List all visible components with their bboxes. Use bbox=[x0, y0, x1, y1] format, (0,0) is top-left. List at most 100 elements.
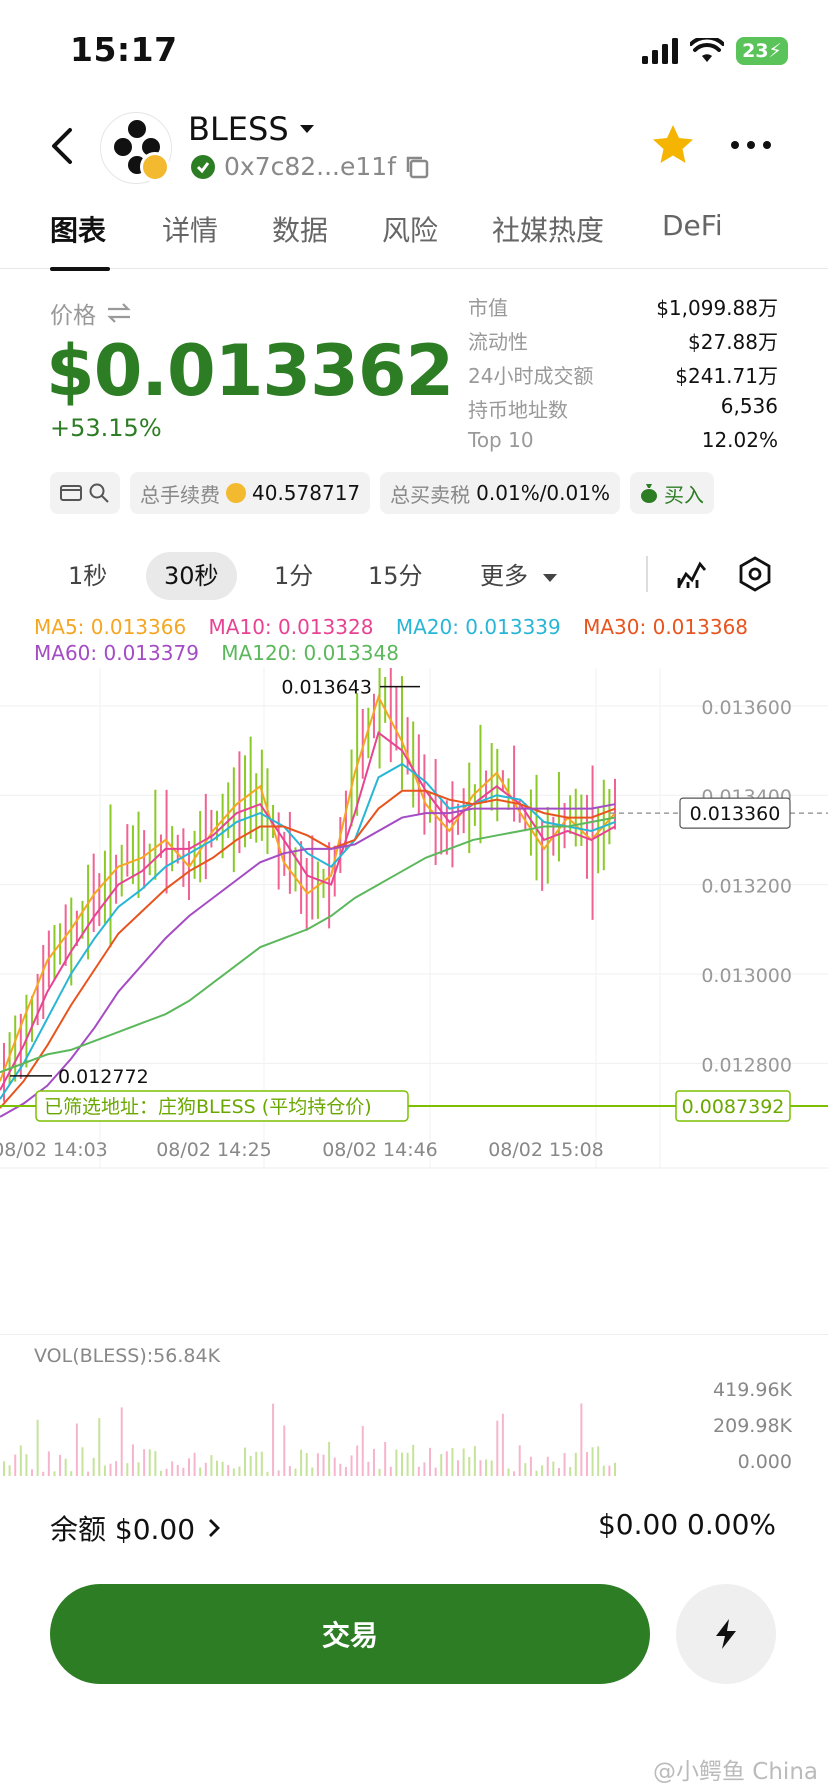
volume-bar bbox=[64, 1458, 67, 1476]
volume-bar bbox=[389, 1466, 392, 1476]
total-fee-value: 40.578717 bbox=[252, 481, 361, 505]
volume-bar bbox=[53, 1471, 56, 1476]
volume-bar bbox=[322, 1454, 325, 1476]
stat-key: 市值 bbox=[468, 296, 508, 320]
ma-line-ma30 bbox=[0, 789, 616, 1109]
volume-bar bbox=[507, 1468, 510, 1476]
volume-bar bbox=[490, 1460, 493, 1476]
volume-bar bbox=[255, 1451, 258, 1476]
volume-bar bbox=[457, 1460, 460, 1476]
status-bar: 15:17 23 ⚡ bbox=[0, 0, 828, 100]
total-fee-chip[interactable]: 总手续费 40.578717 bbox=[130, 472, 371, 514]
copy-icon[interactable] bbox=[404, 154, 430, 180]
tab-risk[interactable]: 风险 bbox=[382, 209, 438, 249]
volume-bar bbox=[597, 1446, 600, 1476]
volume-bar bbox=[81, 1447, 84, 1476]
volume-bar bbox=[19, 1445, 22, 1476]
tf-1s[interactable]: 1秒 bbox=[50, 552, 125, 600]
volume-bar bbox=[535, 1470, 538, 1476]
stat-value: $1,099.88万 bbox=[656, 296, 778, 320]
volume-tick-label: 419.96K bbox=[713, 1379, 792, 1401]
volume-bar bbox=[272, 1403, 275, 1476]
tf-more-label: 更多 bbox=[480, 562, 528, 590]
favorite-star-icon[interactable] bbox=[650, 122, 696, 168]
tab-details[interactable]: 详情 bbox=[162, 209, 218, 249]
volume-bar bbox=[574, 1452, 577, 1476]
price-value: $0.013362 bbox=[46, 330, 454, 412]
stat-row: 24小时成交额 $241.71万 bbox=[468, 360, 778, 394]
tf-30s[interactable]: 30秒 bbox=[146, 552, 237, 600]
tax-label: 总买卖税 bbox=[390, 482, 471, 507]
quick-trade-button[interactable] bbox=[676, 1584, 776, 1684]
volume-divider bbox=[0, 1334, 828, 1335]
volume-bar bbox=[143, 1449, 146, 1476]
trade-button[interactable]: 交易 bbox=[50, 1584, 650, 1684]
bnb-coin-icon bbox=[226, 483, 246, 503]
volume-bar bbox=[361, 1425, 364, 1476]
token-address-row[interactable]: 0x7c82...e11f bbox=[190, 152, 430, 181]
volume-bar bbox=[210, 1455, 213, 1476]
volume-bar bbox=[227, 1465, 230, 1476]
volume-bar bbox=[70, 1471, 73, 1476]
volume-bar bbox=[187, 1458, 190, 1476]
volume-bar bbox=[518, 1445, 521, 1476]
volume-bar bbox=[249, 1455, 252, 1476]
tf-1m[interactable]: 1分 bbox=[256, 552, 331, 600]
buy-chip[interactable]: 买入 bbox=[629, 472, 714, 514]
stat-value: $241.71万 bbox=[675, 364, 778, 388]
volume-bar bbox=[42, 1471, 45, 1476]
stat-key: 24小时成交额 bbox=[468, 364, 594, 388]
volume-bar bbox=[311, 1467, 314, 1476]
x-tick-label: 08/02 15:08 bbox=[488, 1139, 604, 1161]
money-bag-icon bbox=[640, 484, 657, 503]
tools-chip[interactable] bbox=[50, 472, 120, 514]
volume-bar bbox=[417, 1466, 420, 1476]
x-tick-label: 08/02 14:46 bbox=[322, 1139, 438, 1161]
tax-chip[interactable]: 总买卖税 0.01%/0.01% bbox=[380, 472, 620, 514]
stat-value: 12.02% bbox=[701, 428, 778, 452]
tab-defi[interactable]: DeFi bbox=[662, 209, 723, 242]
volume-bar bbox=[423, 1462, 426, 1476]
indicator-icon[interactable] bbox=[676, 558, 708, 590]
price-label[interactable]: 价格 bbox=[50, 296, 132, 330]
ma5-legend: MA5: 0.013366 bbox=[34, 615, 187, 639]
info-chips: 总手续费 40.578717 总买卖税 0.01%/0.01% 买入 bbox=[50, 472, 714, 514]
volume-bar bbox=[148, 1449, 151, 1476]
ma-legend: MA5: 0.013366 MA10: 0.013328 MA20: 0.013… bbox=[34, 614, 814, 666]
active-tab-indicator bbox=[50, 267, 110, 271]
tf-15m[interactable]: 15分 bbox=[350, 552, 441, 600]
volume-bar bbox=[580, 1403, 583, 1476]
tab-social[interactable]: 社媒热度 bbox=[492, 209, 604, 249]
y-tick-label: 0.013200 bbox=[701, 876, 792, 898]
volume-bar bbox=[395, 1449, 398, 1476]
volume-bar bbox=[75, 1423, 78, 1476]
balance-row[interactable]: 余额 $0.00 bbox=[50, 1508, 221, 1548]
tab-data[interactable]: 数据 bbox=[272, 209, 328, 249]
back-arrow-icon[interactable] bbox=[44, 124, 84, 168]
tab-chart[interactable]: 图表 bbox=[50, 209, 106, 249]
ma10-legend: MA10: 0.013328 bbox=[208, 615, 374, 639]
token-selector[interactable]: BLESS bbox=[188, 110, 315, 148]
more-options-icon[interactable] bbox=[728, 130, 774, 160]
ma-line-ma120 bbox=[0, 816, 616, 1074]
volume-bar bbox=[182, 1467, 185, 1476]
volume-bar bbox=[412, 1444, 415, 1476]
volume-bar bbox=[103, 1465, 106, 1476]
volume-bar bbox=[468, 1456, 471, 1476]
wallet-icon bbox=[60, 485, 82, 501]
volume-bar bbox=[159, 1470, 162, 1476]
volume-bar bbox=[14, 1454, 17, 1476]
settings-hexagon-icon[interactable] bbox=[738, 556, 772, 592]
ma60-legend: MA60: 0.013379 bbox=[34, 641, 199, 665]
volume-bar bbox=[557, 1468, 560, 1476]
volume-bar bbox=[131, 1444, 134, 1476]
volume-bar bbox=[87, 1471, 90, 1476]
price-chart[interactable]: 0.0136000.0134000.0132000.0130000.012800… bbox=[0, 668, 828, 1308]
y-tick-label: 0.013000 bbox=[701, 965, 792, 987]
stat-row: 流动性 $27.88万 bbox=[468, 326, 778, 360]
swap-icon bbox=[107, 303, 131, 323]
volume-tick-label: 0.000 bbox=[738, 1451, 792, 1473]
tf-more[interactable]: 更多 bbox=[462, 552, 576, 600]
volume-bar bbox=[328, 1441, 331, 1476]
stat-row: 市值 $1,099.88万 bbox=[468, 292, 778, 326]
